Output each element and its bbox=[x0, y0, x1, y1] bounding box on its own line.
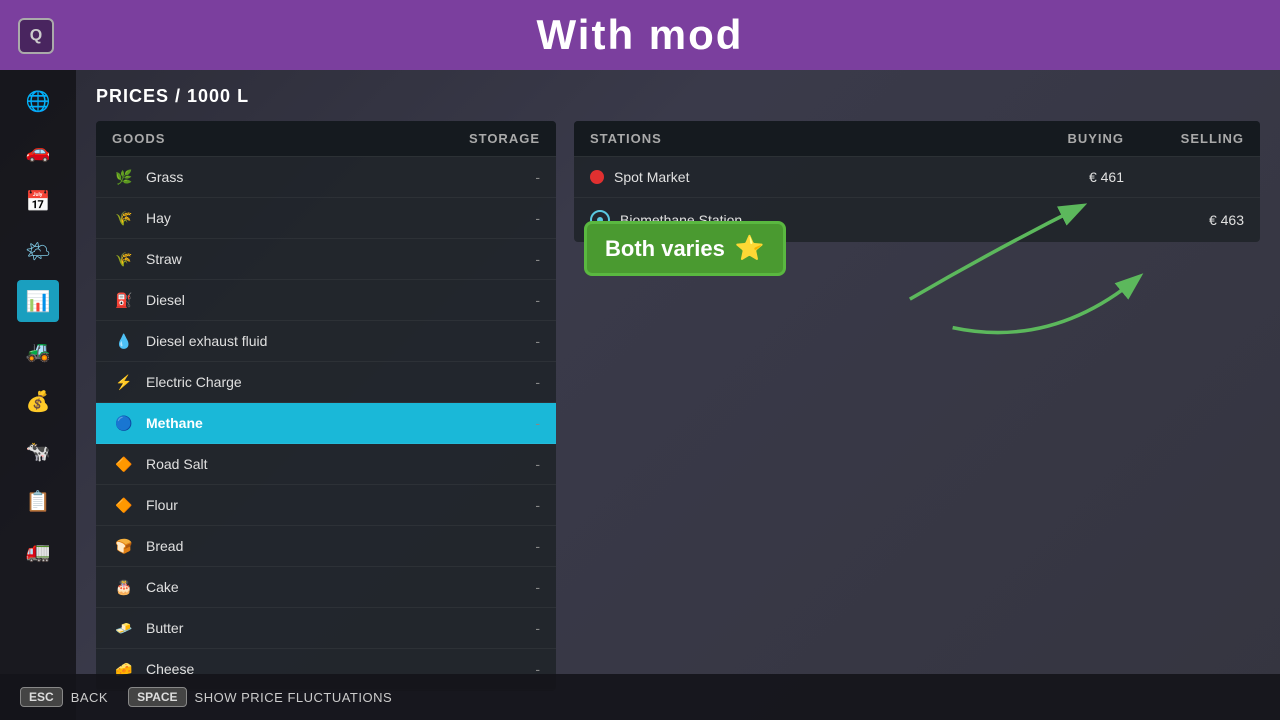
page-title: PRICES / 1000 L bbox=[96, 86, 1260, 107]
goods-item-icon: 🍞 bbox=[112, 534, 136, 558]
goods-item[interactable]: 🌾 Straw - bbox=[96, 239, 556, 280]
station-buying: € 461 bbox=[1004, 169, 1124, 185]
left-sidebar: 🌐 🚗 📅 🌤 📊 🚜 💰 🐄 📋 🚛 bbox=[0, 70, 76, 720]
sidebar-icon-tractor[interactable]: 🚜 bbox=[17, 330, 59, 372]
stations-header: STATIONS BUYING SELLING bbox=[574, 121, 1260, 157]
bottom-bar: ESC BACK SPACE SHOW PRICE FLUCTUATIONS bbox=[0, 674, 1280, 720]
goods-item[interactable]: 🍞 Bread - bbox=[96, 526, 556, 567]
goods-item-name: Methane bbox=[146, 415, 520, 431]
goods-panel-header: GOODS STORAGE bbox=[96, 121, 556, 157]
col-selling-label: SELLING bbox=[1124, 131, 1244, 146]
goods-item-name: Bread bbox=[146, 538, 520, 554]
esc-key[interactable]: ESC bbox=[20, 687, 63, 707]
back-key-group: ESC BACK bbox=[20, 687, 108, 707]
goods-item[interactable]: ⛽ Diesel - bbox=[96, 280, 556, 321]
col-stations-label: STATIONS bbox=[590, 131, 1004, 146]
col-storage-label: STORAGE bbox=[460, 131, 540, 146]
goods-item[interactable]: 🔶 Road Salt - bbox=[96, 444, 556, 485]
goods-item-icon: 🔶 bbox=[112, 493, 136, 517]
star-icon: ⭐ bbox=[735, 234, 765, 263]
goods-item-name: Hay bbox=[146, 210, 520, 226]
main-content: PRICES / 1000 L GOODS STORAGE 🌿 Grass - … bbox=[76, 70, 1280, 720]
sidebar-icon-globe[interactable]: 🌐 bbox=[17, 80, 59, 122]
goods-item-storage: - bbox=[520, 210, 540, 226]
goods-list: 🌿 Grass - 🌾 Hay - 🌾 Straw - ⛽ Diesel - 💧… bbox=[96, 157, 556, 691]
station-row[interactable]: Spot Market € 461 bbox=[574, 157, 1260, 198]
goods-panel: GOODS STORAGE 🌿 Grass - 🌾 Hay - 🌾 Straw … bbox=[96, 121, 556, 691]
goods-item-storage: - bbox=[520, 169, 540, 185]
goods-item-storage: - bbox=[520, 497, 540, 513]
goods-item-icon: ⛽ bbox=[112, 288, 136, 312]
stations-panel: STATIONS BUYING SELLING Spot Market € 46… bbox=[574, 121, 1260, 691]
goods-item-icon: 🧈 bbox=[112, 616, 136, 640]
goods-item[interactable]: ⚡ Electric Charge - bbox=[96, 362, 556, 403]
goods-item-name: Butter bbox=[146, 620, 520, 636]
goods-item-name: Electric Charge bbox=[146, 374, 520, 390]
goods-item[interactable]: 🔵 Methane - bbox=[96, 403, 556, 444]
panels-container: GOODS STORAGE 🌿 Grass - 🌾 Hay - 🌾 Straw … bbox=[96, 121, 1260, 691]
sidebar-icon-calendar[interactable]: 📅 bbox=[17, 180, 59, 222]
goods-item-storage: - bbox=[520, 579, 540, 595]
goods-item-icon: 🌾 bbox=[112, 247, 136, 271]
q-button[interactable]: Q bbox=[18, 18, 54, 54]
goods-item[interactable]: 🔶 Flour - bbox=[96, 485, 556, 526]
header-title: With mod bbox=[537, 11, 744, 59]
goods-item-icon: ⚡ bbox=[112, 370, 136, 394]
goods-item-storage: - bbox=[520, 374, 540, 390]
goods-item[interactable]: 🧈 Butter - bbox=[96, 608, 556, 649]
goods-item-name: Diesel bbox=[146, 292, 520, 308]
fluctuations-key-group: SPACE SHOW PRICE FLUCTUATIONS bbox=[128, 687, 392, 707]
goods-item-storage: - bbox=[520, 251, 540, 267]
goods-item-name: Straw bbox=[146, 251, 520, 267]
sidebar-icon-wheel[interactable]: 🚗 bbox=[17, 130, 59, 172]
goods-item-storage: - bbox=[520, 456, 540, 472]
goods-item-icon: 💧 bbox=[112, 329, 136, 353]
goods-item-name: Diesel exhaust fluid bbox=[146, 333, 520, 349]
sidebar-icon-money[interactable]: 💰 bbox=[17, 380, 59, 422]
sidebar-icon-animal[interactable]: 🐄 bbox=[17, 430, 59, 472]
goods-item-name: Road Salt bbox=[146, 456, 520, 472]
goods-item-storage: - bbox=[520, 333, 540, 349]
goods-item-name: Grass bbox=[146, 169, 520, 185]
goods-item-icon: 🔶 bbox=[112, 452, 136, 476]
goods-item[interactable]: 🎂 Cake - bbox=[96, 567, 556, 608]
station-selling: € 463 bbox=[1124, 212, 1244, 228]
back-label: BACK bbox=[71, 690, 108, 705]
both-varies-text: Both varies bbox=[605, 236, 725, 262]
sidebar-icon-tasks[interactable]: 📋 bbox=[17, 480, 59, 522]
goods-item-storage: - bbox=[520, 415, 540, 431]
goods-item-icon: 🌿 bbox=[112, 165, 136, 189]
sidebar-icon-weather[interactable]: 🌤 bbox=[17, 230, 59, 272]
goods-item-storage: - bbox=[520, 538, 540, 554]
space-key[interactable]: SPACE bbox=[128, 687, 186, 707]
station-name: Spot Market bbox=[614, 169, 1004, 185]
top-header: Q With mod bbox=[0, 0, 1280, 70]
goods-item-icon: 🎂 bbox=[112, 575, 136, 599]
both-varies-badge: Both varies ⭐ bbox=[584, 221, 786, 276]
fluctuations-label: SHOW PRICE FLUCTUATIONS bbox=[195, 690, 393, 705]
sidebar-icon-stats[interactable]: 📊 bbox=[17, 280, 59, 322]
red-dot-icon bbox=[590, 170, 604, 184]
goods-item[interactable]: 🌿 Grass - bbox=[96, 157, 556, 198]
goods-item-icon: 🌾 bbox=[112, 206, 136, 230]
col-goods-label: GOODS bbox=[112, 131, 460, 146]
col-buying-label: BUYING bbox=[1004, 131, 1124, 146]
goods-item-storage: - bbox=[520, 292, 540, 308]
sidebar-icon-transport[interactable]: 🚛 bbox=[17, 530, 59, 572]
goods-item-name: Cake bbox=[146, 579, 520, 595]
goods-item-storage: - bbox=[520, 620, 540, 636]
goods-item-icon: 🔵 bbox=[112, 411, 136, 435]
goods-item[interactable]: 🌾 Hay - bbox=[96, 198, 556, 239]
goods-item-name: Flour bbox=[146, 497, 520, 513]
goods-item[interactable]: 💧 Diesel exhaust fluid - bbox=[96, 321, 556, 362]
